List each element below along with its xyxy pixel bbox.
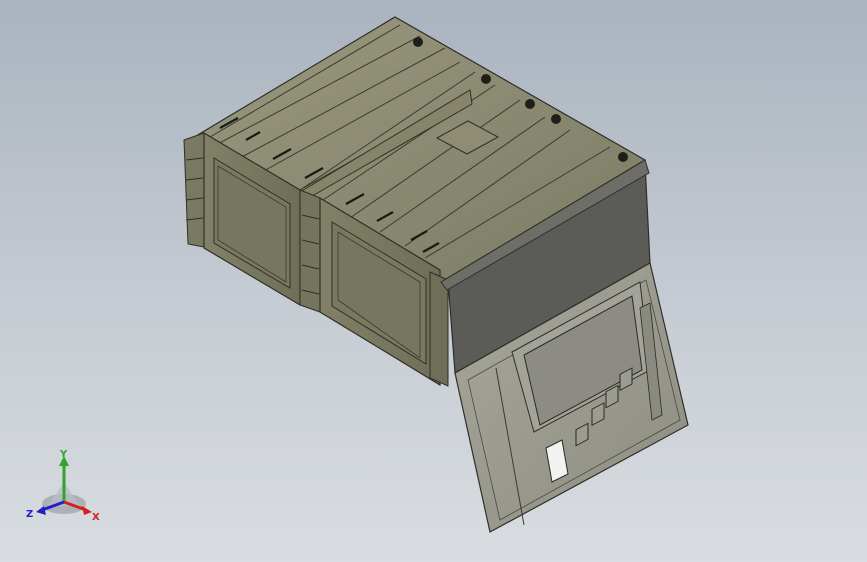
fan-icon bbox=[525, 99, 535, 109]
right-side-flange bbox=[429, 271, 449, 387]
x-axis-arrowhead bbox=[82, 506, 92, 515]
cad-viewport[interactable]: Y X Z bbox=[0, 0, 867, 562]
fan-icon bbox=[551, 114, 561, 124]
x-axis-label: X bbox=[92, 512, 100, 522]
z-axis-label: Z bbox=[26, 509, 33, 520]
y-axis-label: Y bbox=[59, 449, 68, 460]
enclosure-model[interactable] bbox=[0, 0, 867, 562]
fan-icon bbox=[481, 74, 491, 84]
orientation-triad: Y X Z bbox=[26, 449, 100, 522]
fan-icon bbox=[413, 37, 423, 47]
left-side-flange bbox=[183, 132, 205, 248]
fan-icon bbox=[618, 152, 628, 162]
